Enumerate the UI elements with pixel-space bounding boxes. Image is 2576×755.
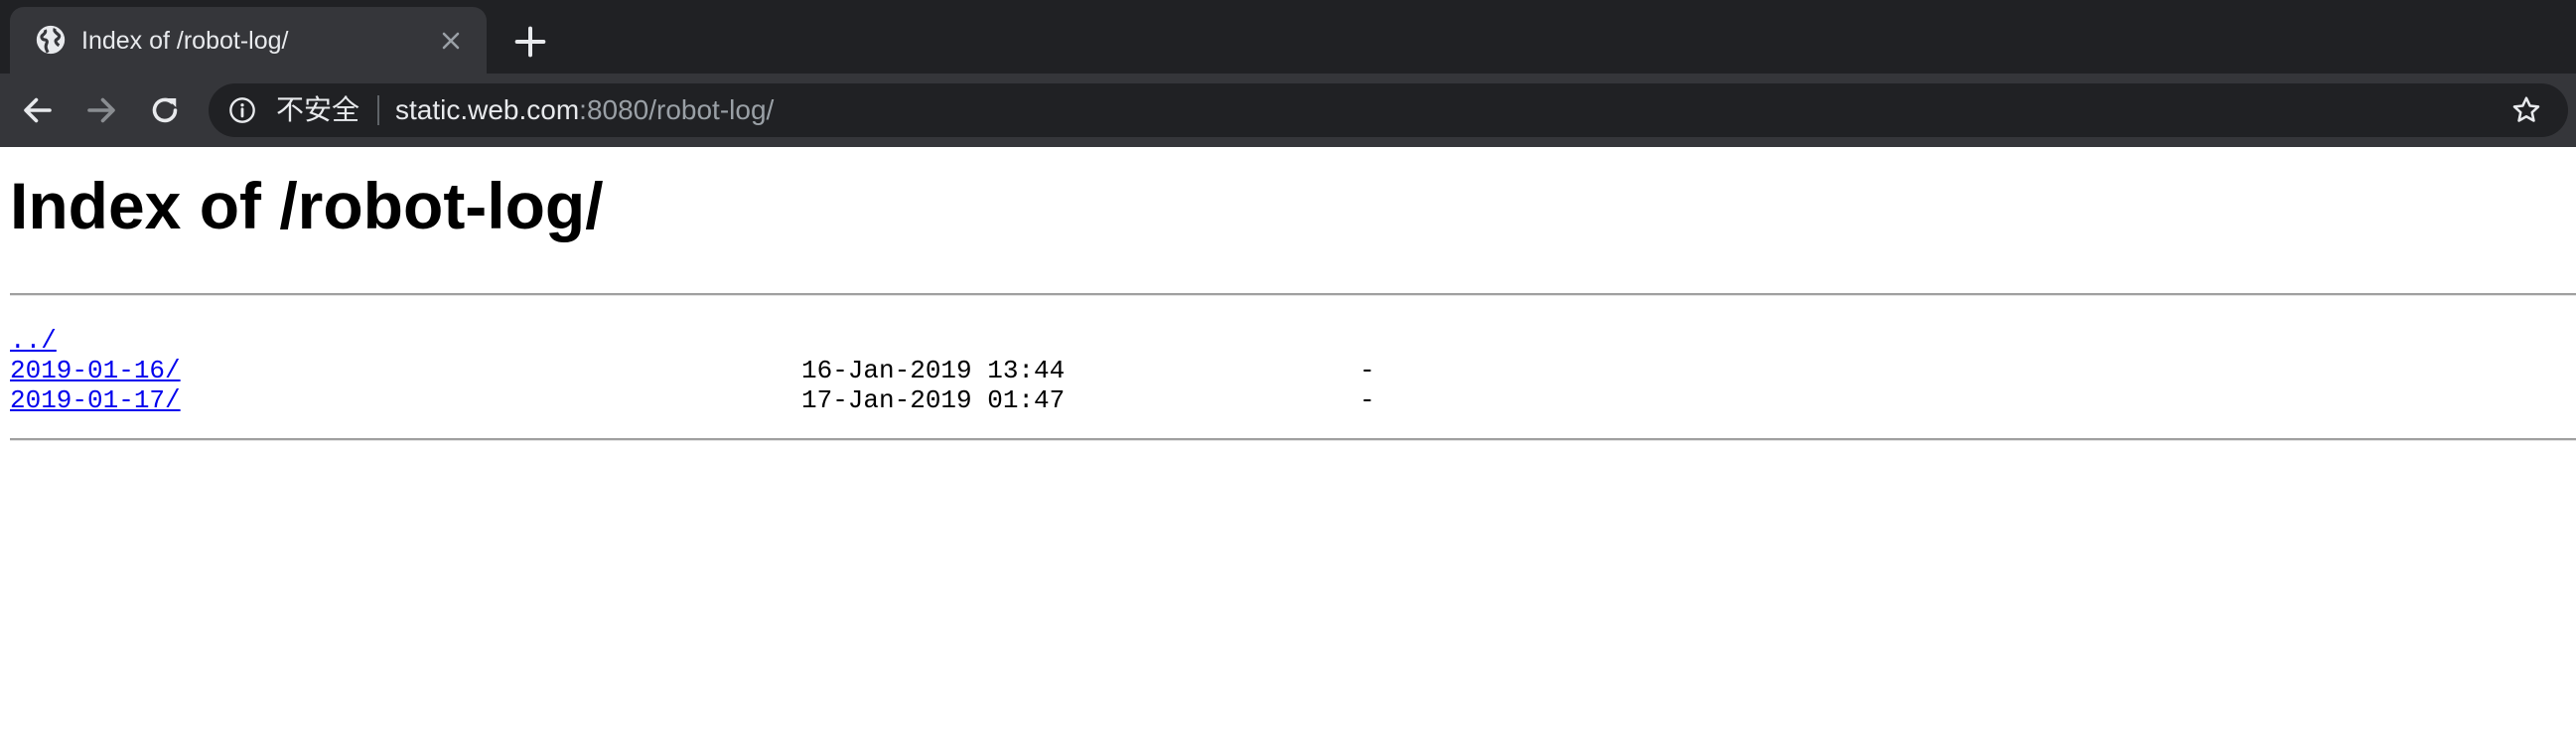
modified-date: 16-Jan-2019 13:44 bbox=[801, 356, 1066, 385]
address-bar[interactable]: 不安全 static.web.com:8080/robot-log/ bbox=[209, 83, 2568, 137]
close-icon[interactable] bbox=[439, 29, 463, 53]
address-divider bbox=[377, 95, 379, 125]
forward-arrow-icon[interactable] bbox=[83, 92, 119, 128]
tab-active[interactable]: Index of /robot-log/ bbox=[10, 7, 487, 74]
directory-link[interactable]: 2019-01-17/ bbox=[10, 385, 181, 415]
file-size: - bbox=[1360, 356, 1375, 385]
parent-directory-link[interactable]: ../ bbox=[10, 326, 57, 356]
url-path: :8080/robot-log/ bbox=[579, 94, 775, 125]
new-tab-plus-icon[interactable] bbox=[510, 22, 550, 62]
top-divider bbox=[10, 293, 2576, 296]
directory-link[interactable]: 2019-01-16/ bbox=[10, 356, 181, 385]
globe-icon bbox=[36, 25, 66, 55]
tab-title: Index of /robot-log/ bbox=[81, 27, 289, 55]
reload-icon[interactable] bbox=[147, 92, 183, 128]
page-content: Index of /robot-log/ ../ 2019-01-16/ 16-… bbox=[0, 147, 2576, 755]
page-title: Index of /robot-log/ bbox=[10, 169, 604, 242]
file-size: - bbox=[1360, 385, 1375, 415]
back-arrow-icon[interactable] bbox=[20, 92, 56, 128]
info-icon[interactable] bbox=[228, 96, 256, 124]
modified-date: 17-Jan-2019 01:47 bbox=[801, 385, 1066, 415]
url-text[interactable]: static.web.com:8080/robot-log/ bbox=[395, 92, 774, 128]
bookmark-star-icon[interactable] bbox=[2510, 94, 2542, 126]
browser-toolbar: 不安全 static.web.com:8080/robot-log/ bbox=[0, 74, 2576, 147]
bottom-divider bbox=[10, 438, 2576, 441]
tab-strip: Index of /robot-log/ bbox=[0, 0, 2576, 74]
security-label[interactable]: 不安全 bbox=[276, 92, 359, 128]
url-host: static.web.com bbox=[395, 94, 580, 125]
